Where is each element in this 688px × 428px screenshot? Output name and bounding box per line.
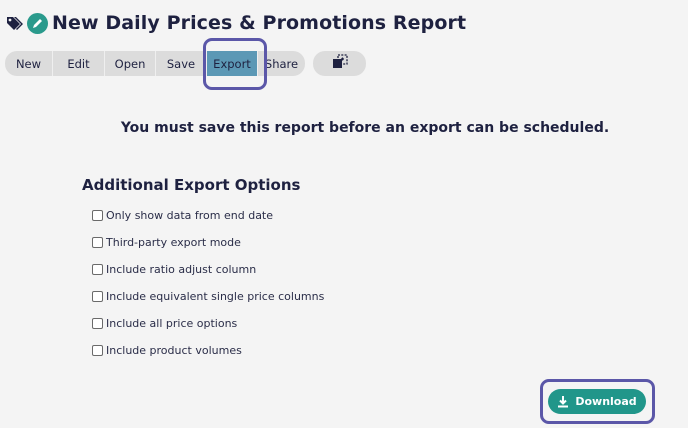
option-single-price[interactable]: Include equivalent single price columns: [92, 287, 324, 305]
share-button[interactable]: Share: [258, 51, 305, 76]
checkbox[interactable]: [92, 209, 103, 221]
checkbox[interactable]: [92, 236, 103, 248]
option-all-price[interactable]: Include all price options: [92, 314, 324, 332]
toolbar: New Edit Open Save Export Share: [5, 51, 366, 76]
export-button[interactable]: Export: [207, 51, 258, 76]
checkbox[interactable]: [92, 317, 103, 329]
option-label: Include equivalent single price columns: [106, 289, 325, 303]
option-end-date[interactable]: Only show data from end date: [92, 206, 324, 224]
option-product-volumes[interactable]: Include product volumes: [92, 341, 324, 359]
option-ratio-adjust[interactable]: Include ratio adjust column: [92, 260, 324, 278]
download-button[interactable]: Download: [548, 389, 646, 414]
checkbox[interactable]: [92, 344, 103, 356]
option-label: Include product volumes: [106, 343, 242, 357]
open-button[interactable]: Open: [105, 51, 156, 76]
page-header: New Daily Prices & Promotions Report: [4, 9, 466, 37]
option-label: Third-party export mode: [106, 235, 241, 249]
checkbox[interactable]: [92, 263, 103, 275]
page-title: New Daily Prices & Promotions Report: [52, 12, 467, 34]
option-third-party[interactable]: Third-party export mode: [92, 233, 324, 251]
tag-icon: [4, 13, 24, 33]
copy-report-button[interactable]: [313, 51, 366, 76]
save-button[interactable]: Save: [156, 51, 207, 76]
option-label: Only show data from end date: [106, 208, 274, 222]
copy-icon: [332, 53, 348, 74]
save-notice: You must save this report before an expo…: [120, 120, 610, 136]
pencil-icon[interactable]: [27, 12, 48, 34]
checkbox[interactable]: [92, 290, 103, 302]
export-options-title: Additional Export Options: [82, 176, 301, 194]
option-label: Include ratio adjust column: [106, 262, 257, 276]
export-options-list: Only show data from end date Third-party…: [92, 206, 324, 368]
new-button[interactable]: New: [5, 51, 53, 76]
download-icon: [557, 395, 569, 408]
download-label: Download: [575, 395, 637, 408]
option-label: Include all price options: [106, 316, 238, 330]
edit-button[interactable]: Edit: [53, 51, 105, 76]
